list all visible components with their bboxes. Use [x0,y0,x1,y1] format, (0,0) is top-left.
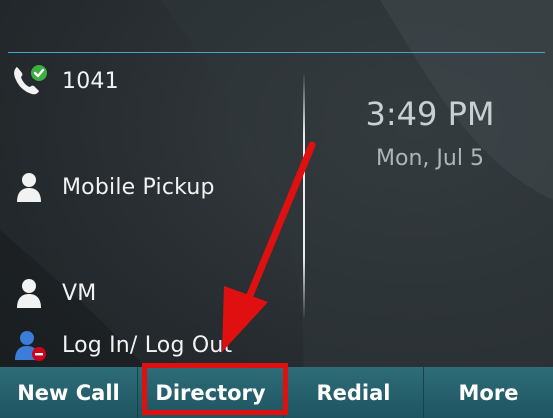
line-key-log-in-log-out[interactable]: Log In/ Log Out [10,328,232,362]
header-separator [8,52,545,53]
line-key-label: 1041 [62,68,119,94]
softkey-bar: New Call Directory Redial More [0,367,553,418]
line-key-label: Log In/ Log Out [62,332,233,358]
directory-softkey[interactable]: Directory [138,367,284,418]
line-key-1041[interactable]: 1041 [10,64,119,98]
softkey-label: More [458,380,519,405]
redial-softkey[interactable]: Redial [284,367,424,418]
phone-registered-icon [10,64,48,98]
phone-screen: 1041 Mobile Pickup VM Log In/ Log Out 3:… [0,0,553,418]
softkey-label: Directory [155,380,266,405]
user-icon [10,170,48,204]
more-softkey[interactable]: More [424,367,553,418]
line-key-vm[interactable]: VM [10,276,96,310]
clock-date: Mon, Jul 5 [376,146,484,171]
line-key-label: VM [62,280,97,306]
line-key-mobile-pickup[interactable]: Mobile Pickup [10,170,215,204]
user-blocked-icon [10,328,48,362]
new-call-softkey[interactable]: New Call [0,367,138,418]
column-divider [303,72,305,320]
softkey-label: New Call [17,380,120,405]
line-key-label: Mobile Pickup [62,174,215,200]
clock-time: 3:49 PM [365,95,495,133]
user-icon [10,276,48,310]
softkey-label: Redial [316,380,391,405]
